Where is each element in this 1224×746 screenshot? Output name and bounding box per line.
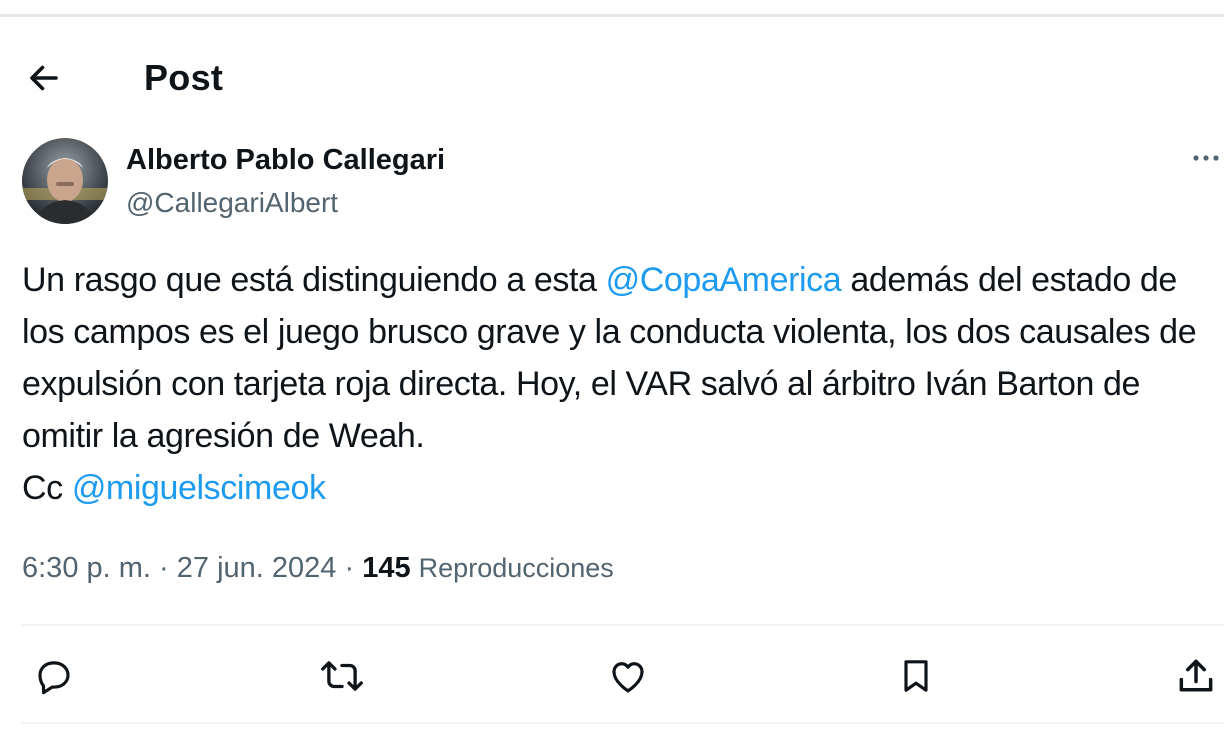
repost-icon (319, 655, 365, 697)
action-bar (0, 640, 1224, 712)
more-options-button[interactable] (1190, 148, 1222, 172)
bookmark-icon (896, 654, 936, 698)
share-button[interactable] (1168, 648, 1224, 704)
post-header: Post (0, 48, 1224, 108)
post-time[interactable]: 6:30 p. m. (22, 552, 151, 584)
like-icon (606, 655, 650, 697)
author-display-name[interactable]: Alberto Pablo Callegari (126, 142, 445, 178)
author-row: Alberto Pablo Callegari @CallegariAlbert (22, 138, 1222, 228)
bookmark-button[interactable] (888, 648, 944, 704)
post-date[interactable]: 27 jun. 2024 (177, 552, 337, 584)
divider (22, 624, 1224, 626)
views-label: Reproducciones (418, 553, 614, 583)
meta-separator: · (159, 552, 169, 584)
reply-button[interactable] (26, 648, 82, 704)
top-divider (0, 14, 1224, 17)
arrow-left-icon (26, 60, 62, 96)
views-count: 145 (362, 552, 411, 584)
divider (22, 722, 1224, 724)
like-button[interactable] (600, 648, 656, 704)
tweet-text-segment: Un rasgo que está distinguiendo a esta (22, 261, 606, 299)
post-meta: 6:30 p. m. · 27 jun. 2024 · 145 Reproduc… (22, 548, 614, 588)
page-title: Post (144, 57, 224, 98)
reply-icon (33, 655, 75, 697)
repost-button[interactable] (314, 648, 370, 704)
mention-link-copaamerica[interactable]: @CopaAmerica (606, 261, 842, 299)
mention-link-miguelscimeok[interactable]: @miguelscimeok (72, 469, 326, 507)
share-icon (1174, 654, 1218, 698)
more-horizontal-icon (1190, 148, 1222, 168)
back-button[interactable] (22, 56, 66, 100)
author-handle[interactable]: @CallegariAlbert (126, 186, 338, 220)
meta-separator: · (344, 552, 355, 584)
tweet-text-segment: Cc (22, 469, 72, 507)
tweet-text: Un rasgo que está distinguiendo a esta @… (22, 254, 1212, 514)
avatar[interactable] (22, 138, 108, 224)
